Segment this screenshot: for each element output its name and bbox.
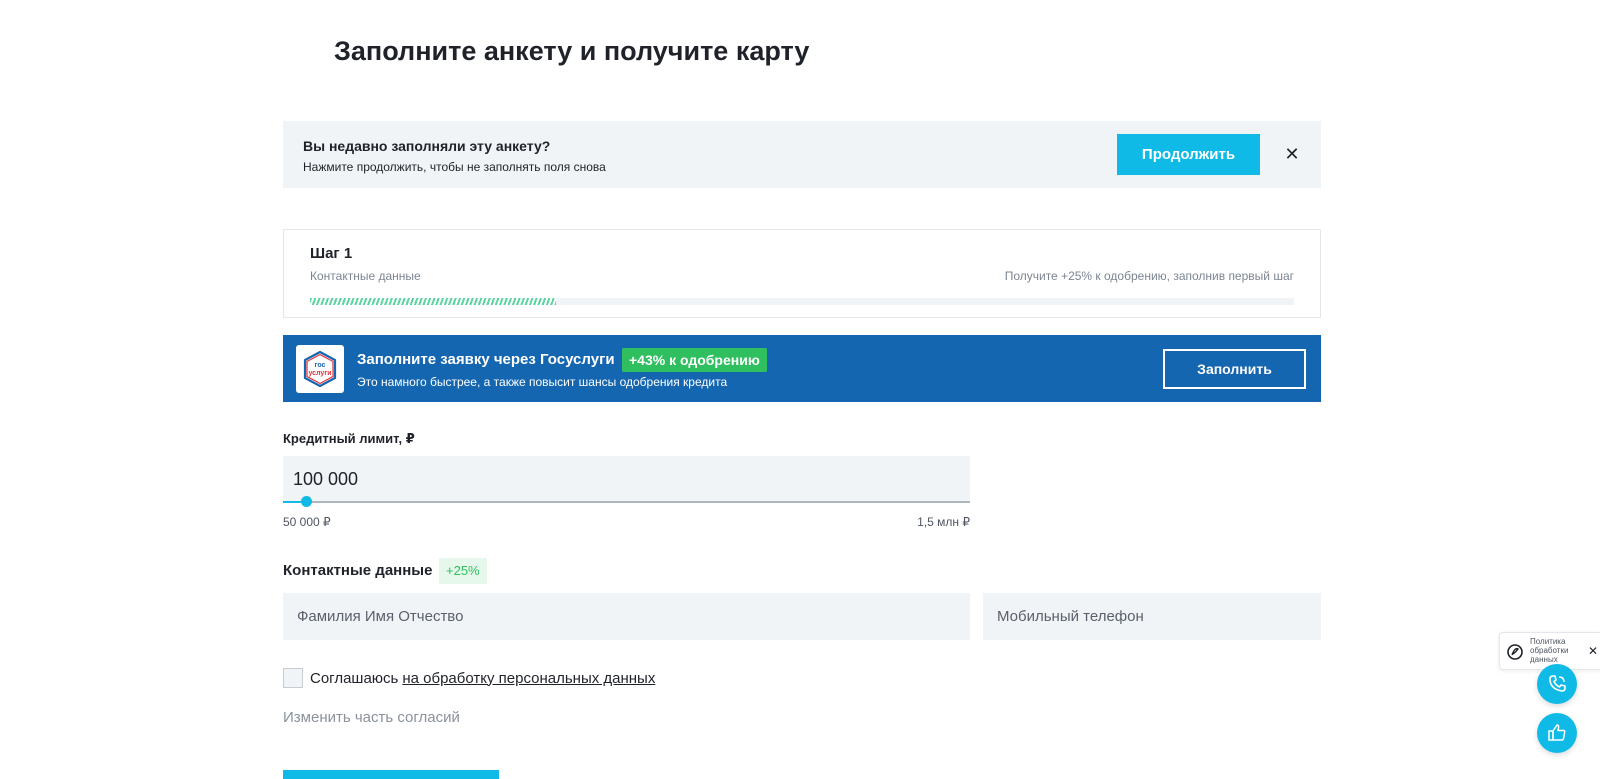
phone-field[interactable] [983, 593, 1321, 640]
submit-button[interactable] [283, 770, 499, 779]
credit-limit-label: Кредитный лимит, ₽ [283, 431, 415, 446]
change-consent-link[interactable]: Изменить часть согласий [283, 709, 460, 726]
contacts-bonus-badge: +25% [439, 558, 487, 584]
gosuslugi-banner: гос услуги Заполните заявку через Госусл… [283, 335, 1321, 402]
resume-banner-title: Вы недавно заполняли эту анкету? [303, 138, 551, 154]
gosuslugi-title: Заполните заявку через Госуслуги [357, 351, 615, 368]
consent-checkbox[interactable] [283, 668, 303, 688]
personal-data-link[interactable]: на обработку персональных данных [402, 670, 655, 687]
policy-close-icon[interactable]: ✕ [1588, 644, 1598, 658]
gosuslugi-logo-text-top: гос [315, 362, 326, 369]
credit-limit-slider[interactable] [283, 496, 970, 507]
step-subtitle: Контактные данные [310, 269, 421, 283]
page-title: Заполните анкету и получите карту [334, 36, 810, 66]
step-progress-fill [310, 298, 556, 305]
continue-button[interactable]: Продолжить [1117, 134, 1260, 175]
gosuslugi-fill-button[interactable]: Заполнить [1163, 349, 1306, 389]
gosuslugi-subtitle: Это намного быстрее, а также повысит шан… [357, 375, 728, 389]
phone-call-icon [1549, 675, 1566, 692]
step-progress-bar [310, 298, 1294, 305]
consent-row: Соглашаюсь на обработку персональных дан… [283, 668, 655, 688]
contacts-section-title: Контактные данные [283, 562, 433, 579]
gosuslugi-logo-text-bottom: услуги [308, 370, 331, 377]
resume-banner-subtitle: Нажмите продолжить, чтобы не заполнять п… [303, 160, 606, 174]
credit-limit-input[interactable] [283, 456, 970, 502]
step-title: Шаг 1 [310, 245, 353, 262]
step-hint: Получите +25% к одобрению, заполнив перв… [1004, 269, 1294, 283]
gosuslugi-approval-badge: +43% к одобрению [622, 348, 767, 372]
resume-banner: Вы недавно заполняли эту анкету? Нажмите… [283, 121, 1321, 188]
gosuslugi-logo: гос услуги [296, 345, 344, 393]
thumbs-up-icon [1548, 724, 1566, 741]
full-name-field[interactable] [283, 593, 970, 640]
credit-limit-slider-handle[interactable] [301, 496, 313, 507]
close-icon[interactable]: ✕ [1281, 143, 1303, 165]
step-progress-card: Шаг 1 Контактные данные Получите +25% к … [283, 229, 1321, 318]
consent-text: Соглашаюсь [310, 669, 399, 687]
feedback-button[interactable] [1537, 713, 1577, 753]
credit-limit-max-label: 1,5 млн ₽ [917, 515, 970, 529]
policy-text: Политика обработки данных [1530, 637, 1569, 664]
callback-button[interactable] [1537, 664, 1577, 704]
credit-limit-min-label: 50 000 ₽ [283, 515, 331, 529]
policy-icon [1507, 644, 1523, 660]
